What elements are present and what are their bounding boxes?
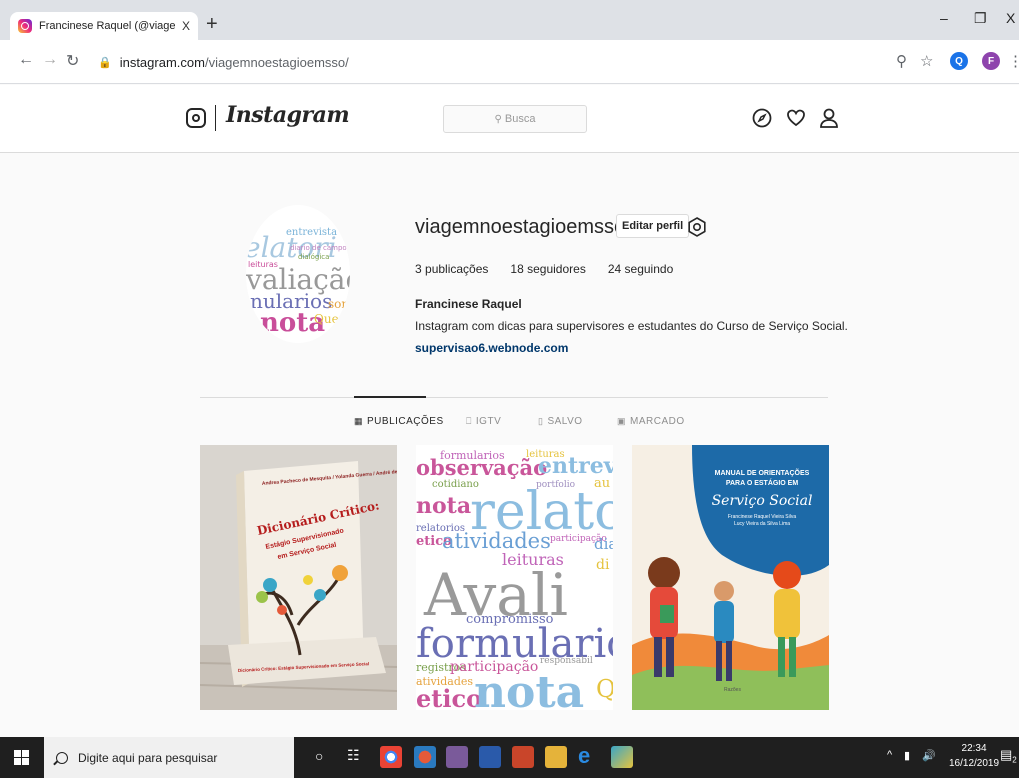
instagram-favicon-icon — [18, 19, 32, 33]
tray-chevron-icon[interactable]: ^ — [887, 749, 892, 761]
profile-full-name: Francinese Raquel — [415, 297, 522, 311]
powerpoint-app-icon[interactable] — [512, 746, 534, 768]
tag-icon: ▣ — [617, 416, 627, 426]
wordcloud-word: di — [596, 557, 610, 573]
search-icon: ⚲ — [494, 113, 502, 125]
profile-stats: 3 publicações 18 seguidores 24 seguindo — [415, 262, 695, 276]
wordcloud-word: Q — [596, 675, 613, 703]
reload-icon[interactable]: ↻ — [66, 51, 79, 71]
manual-title-2: PARA O ESTÁGIO EM — [726, 478, 799, 487]
wordcloud-word: etico — [416, 684, 482, 710]
taskbar-search-input[interactable]: Digite aqui para pesquisar — [44, 737, 294, 778]
firefox-app-icon[interactable] — [414, 746, 436, 768]
instagram-header: Instagram ⚲ Busca — [0, 85, 1019, 153]
manual-title-3: Serviço Social — [712, 493, 813, 509]
settings-gear-icon[interactable] — [686, 216, 708, 238]
search-input[interactable]: ⚲ Busca — [443, 105, 587, 133]
bookmark-icon: ▯ — [538, 416, 544, 426]
followers-count[interactable]: 18 seguidores — [510, 262, 585, 276]
header-divider — [215, 105, 216, 131]
bookmark-star-icon[interactable]: ☆ — [920, 52, 933, 70]
profile-person-icon[interactable] — [818, 107, 840, 129]
cortana-circle-icon[interactable]: ○ — [315, 748, 323, 764]
manual-authors-2: Lucy Vieira da Silva Lima — [734, 521, 790, 527]
edit-profile-button[interactable]: Editar perfil — [616, 214, 690, 238]
paint-app-icon[interactable] — [611, 746, 633, 768]
tab-igtv[interactable]: ⎕ IGTV — [466, 416, 501, 427]
avatar-word: diario de campo — [290, 244, 347, 252]
wordcloud-word: observação — [416, 455, 547, 480]
taskbar-clock[interactable]: 22:34 16/12/2019 — [949, 741, 999, 771]
browser-tab[interactable]: Francinese Raquel (@viagemnoe X — [10, 12, 198, 40]
task-view-icon[interactable]: ☷ — [347, 747, 360, 764]
browser-toolbar: ← → ↻ 🔒 instagram.com/viagemnoestagioems… — [0, 40, 1019, 84]
profile-avatar[interactable]: entrevista elatori diario de campo dialó… — [246, 205, 350, 343]
instagram-wordmark[interactable]: Instagram — [226, 102, 350, 128]
wordcloud-word: dia — [594, 535, 613, 553]
tabs-divider — [200, 397, 828, 398]
posts-count[interactable]: 3 publicações — [415, 262, 488, 276]
back-arrow-icon[interactable]: ← — [18, 51, 34, 69]
wordcloud-word: nota — [416, 493, 471, 519]
browser-tab-strip: Francinese Raquel (@viagemnoe X + – ❐ X — [0, 0, 1019, 40]
instagram-camera-icon[interactable] — [186, 108, 206, 128]
tab-publicacoes[interactable]: ▦ PUBLICAÇÕES — [354, 416, 444, 427]
tab-title: Francinese Raquel (@viagemnoe — [39, 20, 176, 32]
profile-website-link[interactable]: supervisao6.webnode.com — [415, 341, 568, 355]
menu-dots-icon[interactable]: ⋮ — [1008, 52, 1019, 70]
profile-avatar-icon[interactable]: F — [982, 52, 1000, 70]
volume-icon[interactable]: 🔊 — [922, 749, 936, 762]
search-placeholder: Busca — [504, 113, 536, 125]
address-bar[interactable]: 🔒 instagram.com/viagemnoestagioemsso/ — [90, 47, 880, 77]
word-app-icon[interactable] — [479, 746, 501, 768]
zoom-icon[interactable]: ⚲ — [896, 52, 907, 70]
manual-publisher: Razões — [724, 687, 741, 693]
profile-username: viagemnoestagioemsso — [415, 216, 626, 238]
minimize-button[interactable]: – — [940, 10, 948, 26]
active-tab-indicator — [354, 396, 426, 398]
heart-icon[interactable] — [785, 107, 807, 129]
manual-authors-1: Francinese Raquel Vieira Silva — [728, 514, 796, 520]
windows-start-icon[interactable] — [14, 750, 29, 765]
tab-salvo[interactable]: ▯ SALVO — [538, 416, 583, 427]
manual-title-1: MANUAL DE ORIENTAÇÕES — [715, 468, 810, 477]
windows-taskbar: Digite aqui para pesquisar ○ ☷ e ^ ▮ 🔊 2… — [0, 737, 1019, 778]
url-text: instagram.com/viagemnoestagioemsso/ — [119, 54, 349, 70]
avatar-word: Questi — [314, 312, 350, 326]
avatar-word: dialógica — [298, 253, 329, 261]
post-thumbnail-wordcloud[interactable]: formularios leituras observação entrev c… — [416, 445, 613, 710]
forward-arrow-icon[interactable]: → — [42, 51, 58, 69]
tab-close-button[interactable]: X — [182, 19, 190, 33]
profile-bio: Instagram com dicas para supervisores e … — [415, 319, 848, 333]
lock-icon: 🔒 — [98, 56, 112, 69]
wordcloud-word: nota — [474, 667, 584, 710]
tv-icon: ⎕ — [466, 416, 472, 426]
app-icon[interactable] — [446, 746, 468, 768]
explore-compass-icon[interactable] — [751, 107, 773, 129]
post-thumbnail-book[interactable]: Andrea Pacheco de Mesquita / Yolanda Gue… — [200, 445, 397, 710]
notification-center-icon[interactable]: ▤2 — [1000, 747, 1017, 765]
extension-q-icon[interactable]: Q — [950, 52, 968, 70]
grid-icon: ▦ — [354, 416, 364, 426]
restore-button[interactable]: ❐ — [974, 10, 987, 27]
search-icon — [56, 751, 68, 764]
battery-icon[interactable]: ▮ — [904, 749, 910, 762]
new-tab-button[interactable]: + — [206, 13, 218, 36]
following-count[interactable]: 24 seguindo — [608, 262, 673, 276]
chrome-app-icon[interactable] — [380, 746, 402, 768]
wordcloud-word: responsabil — [540, 656, 593, 666]
post-thumbnail-manual[interactable]: MANUAL DE ORIENTAÇÕES PARA O ESTÁGIO EM … — [632, 445, 829, 710]
file-explorer-icon[interactable] — [545, 746, 567, 768]
avatar-word: som — [328, 297, 350, 311]
close-window-button[interactable]: X — [1006, 10, 1015, 26]
tab-marcado[interactable]: ▣ MARCADO — [617, 416, 685, 427]
edge-app-icon[interactable]: e — [578, 745, 600, 768]
